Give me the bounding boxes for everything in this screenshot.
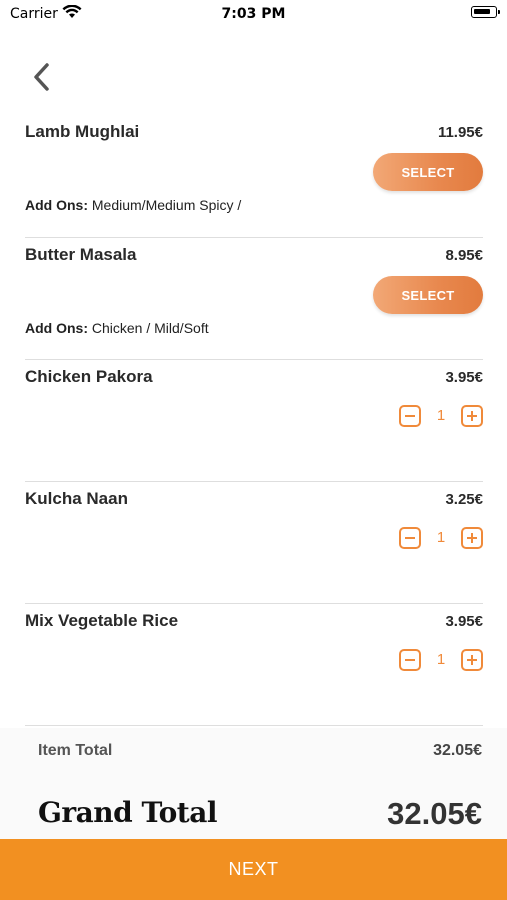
- addons-value: Medium/Medium Spicy /: [91, 197, 242, 213]
- item-name: Mix Vegetable Rice: [25, 611, 179, 630]
- item-total-value: 32.05€: [433, 742, 482, 759]
- addons-value: Chicken / Mild/Soft: [91, 320, 209, 336]
- chevron-left-icon: [34, 63, 49, 91]
- minus-icon: [405, 537, 415, 539]
- cart-item: Kulcha Naan 3.25€ 1: [25, 489, 483, 589]
- quantity-value: 1: [436, 529, 446, 546]
- cart-item: Chicken Pakora 3.95€ 1: [25, 367, 483, 467]
- decrement-button[interactable]: [399, 405, 421, 427]
- addons-line: Add Ons: Medium/Medium Spicy /: [25, 197, 241, 213]
- grand-total-value: 32.05€: [387, 796, 482, 831]
- item-price: 3.25€: [445, 491, 483, 508]
- divider: [25, 603, 483, 604]
- addons-label: Add Ons:: [25, 197, 88, 213]
- item-name: Kulcha Naan: [25, 489, 128, 508]
- item-price: 11.95€: [437, 124, 483, 141]
- increment-button[interactable]: [461, 405, 483, 427]
- select-button[interactable]: SELECT: [373, 276, 483, 314]
- minus-icon: [405, 415, 415, 417]
- status-bar: Carrier 7:03 PM: [0, 0, 507, 30]
- cart-item: Butter Masala 8.95€ SELECT Add Ons: Chic…: [25, 245, 483, 345]
- item-total-label: Item Total: [38, 742, 113, 759]
- divider: [25, 359, 483, 360]
- divider: [25, 237, 483, 238]
- quantity-stepper: 1: [399, 405, 483, 429]
- addons-line: Add Ons: Chicken / Mild/Soft: [25, 320, 209, 336]
- minus-icon: [405, 659, 415, 661]
- addons-label: Add Ons:: [25, 320, 88, 336]
- item-name: Chicken Pakora: [25, 367, 153, 386]
- decrement-button[interactable]: [399, 649, 421, 671]
- next-button[interactable]: NEXT: [0, 839, 507, 900]
- increment-button[interactable]: [461, 649, 483, 671]
- item-name: Butter Masala: [25, 245, 137, 264]
- grand-total-label: Grand Total: [38, 796, 218, 829]
- item-name: Lamb Mughlai: [25, 122, 140, 141]
- select-button[interactable]: SELECT: [373, 153, 483, 191]
- quantity-stepper: 1: [399, 649, 483, 673]
- divider: [25, 725, 483, 726]
- decrement-button[interactable]: [399, 527, 421, 549]
- cart-item: Lamb Mughlai 11.95€ SELECT Add Ons: Medi…: [25, 122, 483, 222]
- increment-button[interactable]: [461, 527, 483, 549]
- item-price: 8.95€: [445, 247, 483, 264]
- quantity-value: 1: [436, 651, 446, 668]
- cart-item: Mix Vegetable Rice 3.95€ 1: [25, 611, 483, 711]
- item-price: 3.95€: [445, 613, 483, 630]
- divider: [25, 481, 483, 482]
- battery-icon: [471, 6, 500, 18]
- quantity-stepper: 1: [399, 527, 483, 551]
- back-button[interactable]: [28, 62, 54, 92]
- clock: 7:03 PM: [221, 6, 286, 22]
- item-price: 3.95€: [445, 369, 483, 386]
- quantity-value: 1: [436, 407, 446, 424]
